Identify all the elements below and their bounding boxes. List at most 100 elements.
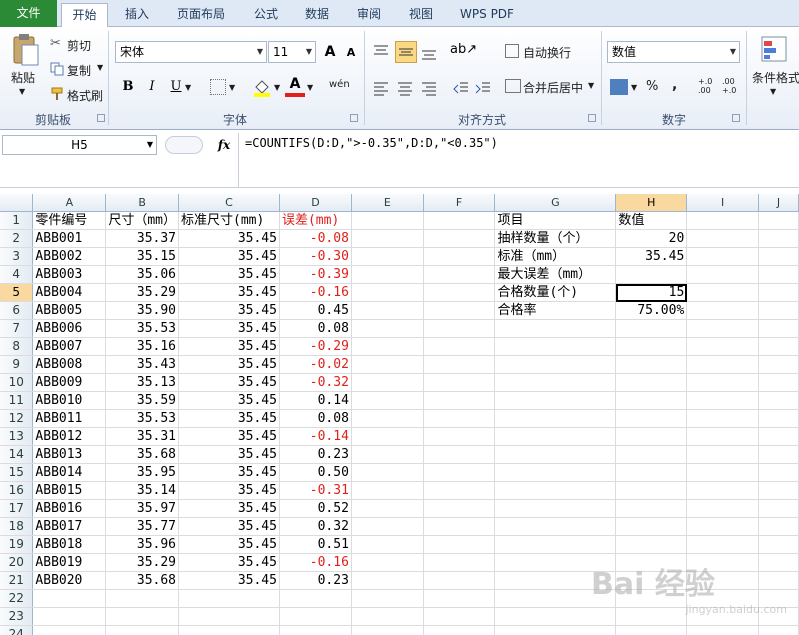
row-header[interactable]: 21 xyxy=(0,571,34,590)
conditional-format-button[interactable]: 条件格式 xyxy=(752,69,799,86)
cell-j[interactable] xyxy=(758,301,799,320)
cell-c[interactable] xyxy=(178,625,280,635)
align-left-icon[interactable] xyxy=(372,79,390,97)
font-name-select[interactable]: 宋体 ▼ xyxy=(115,41,267,63)
cell-b[interactable]: 35.53 xyxy=(105,409,180,428)
cell-j[interactable] xyxy=(758,499,799,518)
row-header[interactable]: 24 xyxy=(0,625,34,635)
cell-b[interactable]: 35.97 xyxy=(105,499,180,518)
cell-a[interactable]: ABB004 xyxy=(32,283,107,302)
align-right-icon[interactable] xyxy=(420,79,438,97)
cell-a[interactable]: ABB013 xyxy=(32,445,107,464)
formula-bar-splitter[interactable] xyxy=(165,136,203,154)
cell-a[interactable]: ABB019 xyxy=(32,553,107,572)
cell-d[interactable]: 0.23 xyxy=(279,571,352,590)
tab-review[interactable]: 审阅 xyxy=(348,3,390,27)
tab-formulas[interactable]: 公式 xyxy=(245,3,287,27)
number-format-select[interactable]: 数值 ▼ xyxy=(607,41,740,63)
cell-e[interactable] xyxy=(351,445,424,464)
cell-d[interactable]: 0.08 xyxy=(279,409,352,428)
cell-i[interactable] xyxy=(686,517,760,536)
cell-g[interactable]: 项目 xyxy=(494,211,617,230)
paste-button[interactable]: 粘贴 xyxy=(11,69,35,86)
cell-b[interactable] xyxy=(105,607,180,626)
cell-c[interactable]: 标准尺寸(mm) xyxy=(178,211,280,230)
fill-color-dropdown-icon[interactable]: ▼ xyxy=(274,83,280,92)
cell-f[interactable] xyxy=(423,211,496,230)
cell-h[interactable] xyxy=(615,373,688,392)
cut-button[interactable]: 剪切 xyxy=(67,37,91,54)
cell-e[interactable] xyxy=(351,355,424,374)
cell-j[interactable] xyxy=(758,463,799,482)
tab-wps-pdf[interactable]: WPS PDF xyxy=(454,3,520,27)
italic-button[interactable]: I xyxy=(141,76,163,98)
cell-d[interactable]: -0.39 xyxy=(279,265,352,284)
decrease-indent-icon[interactable] xyxy=(452,79,470,97)
align-center-icon[interactable] xyxy=(396,79,414,97)
tab-view[interactable]: 视图 xyxy=(400,3,442,27)
cell-e[interactable] xyxy=(351,265,424,284)
cell-f[interactable] xyxy=(423,301,496,320)
column-header[interactable]: B xyxy=(105,194,180,212)
row-header[interactable]: 19 xyxy=(0,535,34,554)
column-header[interactable]: H xyxy=(615,194,688,212)
tab-home[interactable]: 开始 xyxy=(61,3,108,28)
column-header[interactable]: G xyxy=(494,194,617,212)
cell-h[interactable]: 35.45 xyxy=(615,247,688,266)
cell-e[interactable] xyxy=(351,337,424,356)
cell-g[interactable]: 合格数量(个) xyxy=(494,283,617,302)
cell-f[interactable] xyxy=(423,319,496,338)
cell-f[interactable] xyxy=(423,589,496,608)
column-header[interactable]: E xyxy=(351,194,424,212)
cell-g[interactable] xyxy=(494,517,617,536)
underline-button[interactable]: U xyxy=(165,76,187,98)
cell-g[interactable] xyxy=(494,499,617,518)
cell-h[interactable] xyxy=(615,427,688,446)
clipboard-launcher-icon[interactable] xyxy=(97,114,105,122)
cell-b[interactable]: 35.16 xyxy=(105,337,180,356)
cell-h[interactable]: 15 xyxy=(615,283,688,302)
cell-f[interactable] xyxy=(423,265,496,284)
conditional-format-dropdown-icon[interactable]: ▼ xyxy=(770,87,776,96)
font-size-select[interactable]: 11 ▼ xyxy=(268,41,316,63)
cell-c[interactable]: 35.45 xyxy=(178,319,280,338)
cell-a[interactable]: ABB012 xyxy=(32,427,107,446)
cell-b[interactable]: 35.96 xyxy=(105,535,180,554)
cell-f[interactable] xyxy=(423,517,496,536)
cell-b[interactable]: 35.59 xyxy=(105,391,180,410)
cell-f[interactable] xyxy=(423,463,496,482)
cell-g[interactable] xyxy=(494,319,617,338)
cell-c[interactable]: 35.45 xyxy=(178,427,280,446)
cell-a[interactable]: ABB005 xyxy=(32,301,107,320)
cell-h[interactable] xyxy=(615,535,688,554)
cell-i[interactable] xyxy=(686,445,760,464)
cell-e[interactable] xyxy=(351,409,424,428)
row-header[interactable]: 2 xyxy=(0,229,34,248)
align-bottom-icon[interactable] xyxy=(420,43,438,61)
cell-f[interactable] xyxy=(423,571,496,590)
cell-a[interactable]: ABB002 xyxy=(32,247,107,266)
cell-c[interactable]: 35.45 xyxy=(178,301,280,320)
column-header[interactable]: A xyxy=(32,194,107,212)
cell-c[interactable]: 35.45 xyxy=(178,229,280,248)
paste-dropdown-icon[interactable]: ▼ xyxy=(19,87,25,96)
row-header[interactable]: 12 xyxy=(0,409,34,428)
row-header[interactable]: 15 xyxy=(0,463,34,482)
cell-a[interactable]: ABB011 xyxy=(32,409,107,428)
cell-b[interactable] xyxy=(105,589,180,608)
align-top-icon[interactable] xyxy=(372,43,390,61)
cell-a[interactable]: ABB010 xyxy=(32,391,107,410)
name-box[interactable]: H5 ▼ xyxy=(2,135,157,155)
cell-f[interactable] xyxy=(423,625,496,635)
cell-b[interactable]: 尺寸（mm） xyxy=(105,211,180,230)
grow-font-button[interactable]: A xyxy=(319,41,341,63)
cell-g[interactable] xyxy=(494,337,617,356)
cell-g[interactable] xyxy=(494,373,617,392)
cell-a[interactable]: 零件编号 xyxy=(32,211,107,230)
cell-f[interactable] xyxy=(423,391,496,410)
fill-color-icon[interactable] xyxy=(252,77,272,97)
font-color-dropdown-icon[interactable]: ▼ xyxy=(307,83,313,92)
cell-d[interactable]: -0.30 xyxy=(279,247,352,266)
cell-g[interactable]: 合格率 xyxy=(494,301,617,320)
row-header[interactable]: 23 xyxy=(0,607,34,626)
